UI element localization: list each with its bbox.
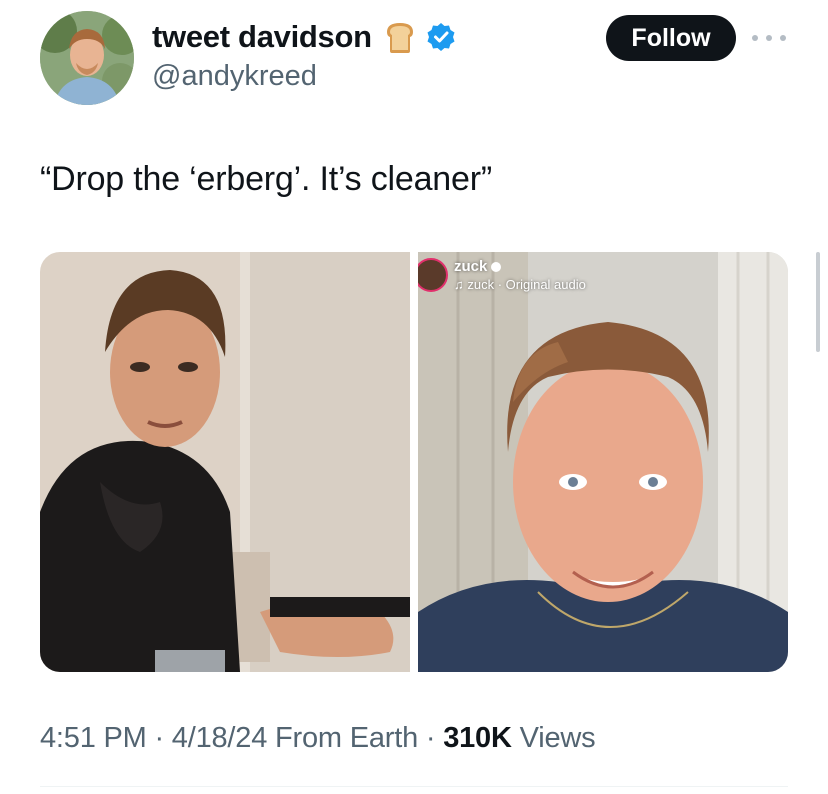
author-name-row[interactable]: tweet davidson (152, 16, 456, 58)
tweet-text: “Drop the ‘erberg’. It’s cleaner” (40, 160, 492, 198)
verified-badge-icon[interactable] (426, 22, 456, 52)
reel-audio: ♫ zuck · Original audio (454, 277, 586, 292)
tweet-date[interactable]: 4/18/24 (172, 722, 268, 754)
scrollbar[interactable] (816, 252, 820, 352)
divider (40, 786, 788, 787)
more-dot (766, 35, 772, 41)
bread-icon (382, 19, 418, 55)
media-grid: zuck ♫ zuck · Original audio (40, 252, 788, 672)
tweet-time[interactable]: 4:51 PM (40, 722, 147, 754)
meta-separator: · (418, 722, 444, 754)
reel-username-row: zuck (454, 258, 586, 275)
more-options-icon[interactable] (752, 28, 786, 48)
author-display-name[interactable]: tweet davidson (152, 19, 372, 55)
reel-avatar (418, 258, 448, 292)
views-count: 310K (443, 722, 512, 754)
reel-meta: zuck ♫ zuck · Original audio (454, 258, 586, 292)
reel-overlay: zuck ♫ zuck · Original audio (418, 258, 586, 292)
views-label: Views (519, 722, 596, 754)
tweet-detail: tweet davidson @andykreed Follow “Drop t… (0, 0, 828, 794)
reel-username: zuck (454, 258, 488, 275)
more-dot (752, 35, 758, 41)
tweet-meta: 4:51 PM · 4/18/24 From Earth · 310K View… (40, 722, 596, 755)
more-dot (780, 35, 786, 41)
meta-separator: · (146, 722, 172, 754)
tweet-source: From Earth (275, 722, 419, 754)
media-photo-left[interactable] (40, 252, 410, 672)
media-photo-right[interactable]: zuck ♫ zuck · Original audio (418, 252, 788, 672)
author-avatar[interactable] (40, 11, 134, 105)
follow-button[interactable]: Follow (606, 15, 736, 61)
author-handle[interactable]: @andykreed (152, 60, 317, 93)
reel-verified-icon (491, 261, 502, 272)
